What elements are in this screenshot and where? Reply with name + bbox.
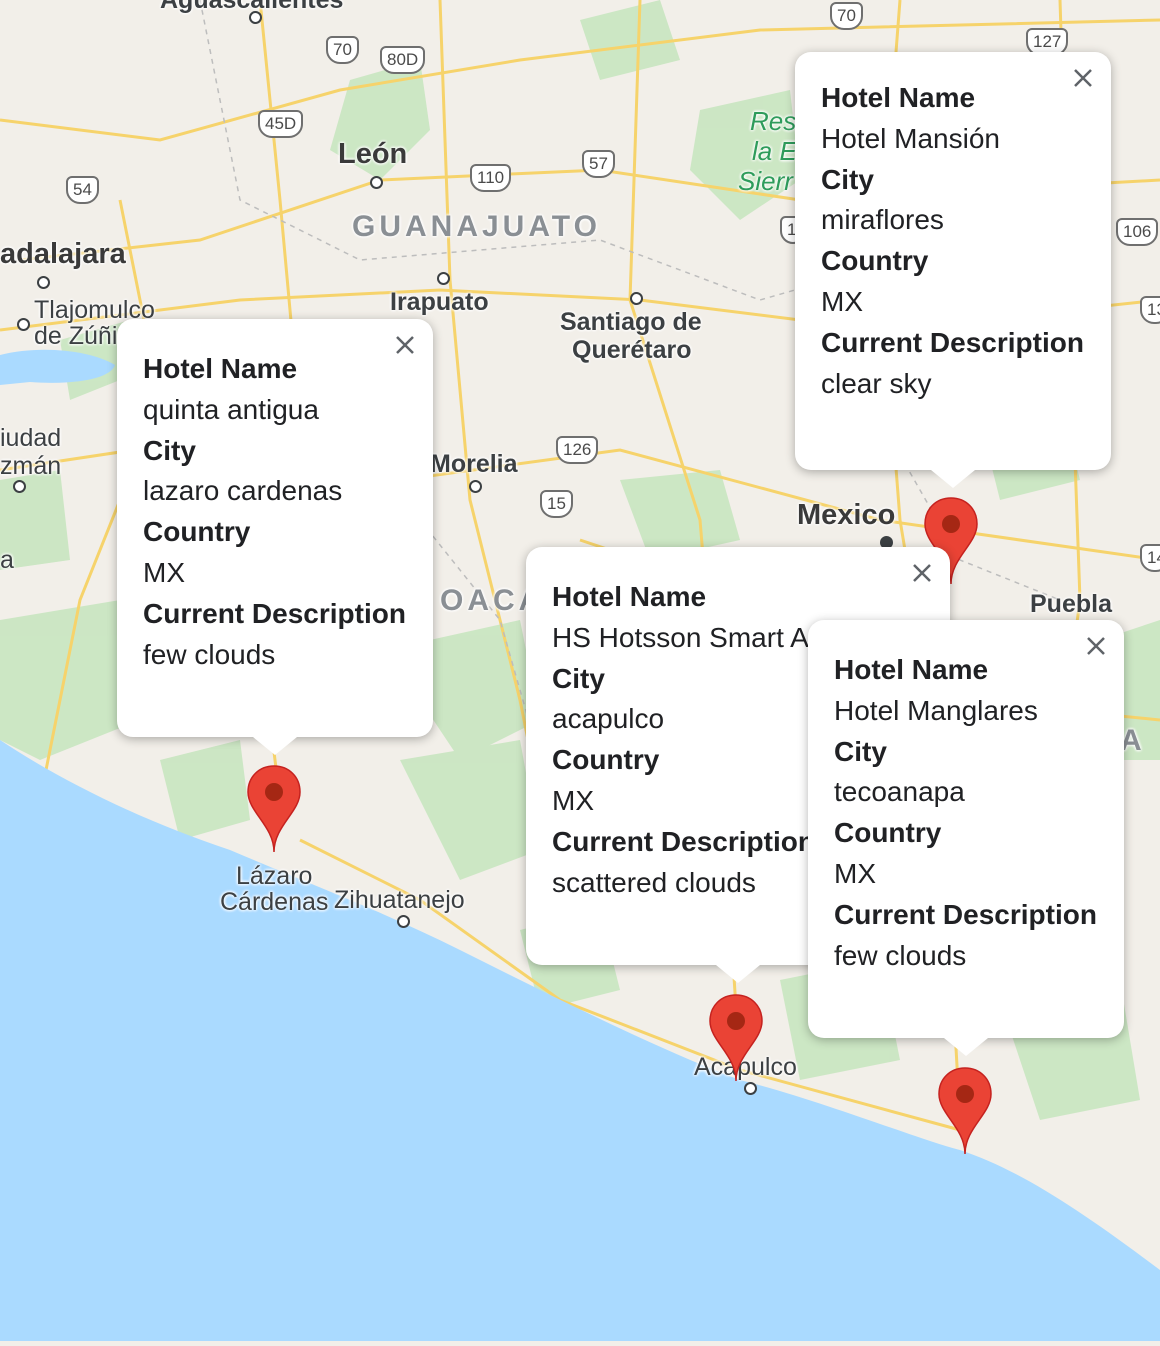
close-icon[interactable]	[391, 331, 419, 359]
country-value: MX	[834, 857, 876, 889]
description-value: clear sky	[821, 367, 932, 399]
city-value: miraflores	[821, 204, 944, 236]
country-label: Country	[143, 516, 251, 548]
info-window: Hotel Name Hotel Manglares City tecoanap…	[808, 620, 1124, 1056]
city-label: City	[834, 735, 887, 767]
place-label-zihuatanejo: Zihuatanejo	[334, 886, 465, 914]
place-label-queretaro: Santiago de	[560, 308, 702, 336]
city-value: lazaro cardenas	[143, 475, 343, 507]
hotel-name: Hotel Manglares	[834, 694, 1038, 726]
description-label: Current Description	[821, 326, 1084, 358]
close-icon[interactable]	[908, 559, 936, 587]
place-label-morelia: Morelia	[430, 450, 518, 478]
place-label-ciudad-guzman: iudad	[0, 424, 62, 452]
hotel-name-label: Hotel Name	[143, 353, 298, 384]
highway-shield: 13	[1140, 296, 1160, 324]
highway-shield: 70	[326, 36, 359, 64]
map-pin-icon[interactable]	[246, 764, 302, 854]
map-pin-icon[interactable]	[937, 1066, 993, 1156]
city-dot	[744, 1082, 757, 1095]
place-label-tlajomulco-2: de Zúñi	[34, 322, 118, 350]
place-label-lazaro-cardenas: Lázaro	[236, 862, 313, 890]
highway-shield: 57	[582, 150, 615, 178]
hotel-name-label: Hotel Name	[834, 654, 989, 685]
highway-shield: 14	[1140, 544, 1160, 572]
place-label-reserve-2: la E	[752, 136, 797, 166]
place-label-lazaro-cardenas-2: Cárdenas	[220, 888, 329, 916]
close-icon[interactable]	[1069, 64, 1097, 92]
close-icon[interactable]	[1082, 632, 1110, 660]
highway-shield: 110	[470, 164, 512, 192]
place-label-irapuato: Irapuato	[390, 288, 489, 316]
place-label-ciudad-guzman-2: zmán	[0, 452, 62, 480]
place-label-reserve-3: Sierr	[738, 166, 793, 196]
place-label-guanajuato: GUANAJUATO	[352, 210, 601, 243]
highway-shield: 80D	[380, 46, 426, 74]
hotel-name: quinta antigua	[143, 393, 319, 425]
highway-shield: 45D	[258, 110, 304, 138]
map-canvas[interactable]: Aguascalientes León GUANAJUATO adalajara…	[0, 0, 1160, 1341]
city-dot	[249, 11, 262, 24]
description-label: Current Description	[143, 597, 406, 629]
country-value: MX	[821, 285, 863, 317]
info-window: Hotel Name Hotel Mansión City miraflores…	[795, 52, 1111, 488]
map-pin-icon[interactable]	[708, 993, 764, 1083]
city-label: City	[821, 163, 874, 195]
info-window: Hotel Name quinta antigua City lazaro ca…	[117, 319, 433, 755]
city-dot	[397, 915, 410, 928]
place-label-leon: León	[338, 138, 408, 170]
city-value: tecoanapa	[834, 776, 965, 808]
highway-shield: 126	[556, 436, 599, 464]
highway-shield: 106	[1116, 218, 1159, 246]
city-dot	[37, 276, 50, 289]
highway-shield: 70	[830, 2, 863, 30]
city-dot	[630, 292, 643, 305]
country-label: Country	[834, 817, 942, 849]
place-label-left-a: a	[0, 546, 14, 574]
place-label-mexico: Mexico	[797, 499, 896, 531]
city-dot	[17, 318, 30, 331]
hotel-name: Hotel Mansión	[821, 122, 1000, 154]
description-label: Current Description	[834, 898, 1097, 930]
city-label: City	[143, 434, 196, 466]
description-value: few clouds	[143, 638, 276, 670]
highway-shield: 15	[540, 490, 573, 518]
highway-shield: 54	[66, 176, 99, 204]
place-label-guadalajara: adalajara	[0, 238, 126, 270]
country-label: Country	[821, 245, 929, 277]
place-label-queretaro-2: Querétaro	[572, 336, 692, 364]
city-dot	[370, 176, 383, 189]
city-dot	[469, 480, 482, 493]
hotel-name-label: Hotel Name	[821, 82, 976, 113]
country-value: MX	[143, 556, 185, 588]
city-dot	[13, 480, 26, 493]
city-dot	[437, 272, 450, 285]
description-value: few clouds	[834, 939, 967, 971]
place-label-puebla: Puebla	[1030, 590, 1112, 618]
place-label-reserve: Res	[750, 106, 797, 136]
hotel-name-label: Hotel Name	[552, 581, 707, 612]
